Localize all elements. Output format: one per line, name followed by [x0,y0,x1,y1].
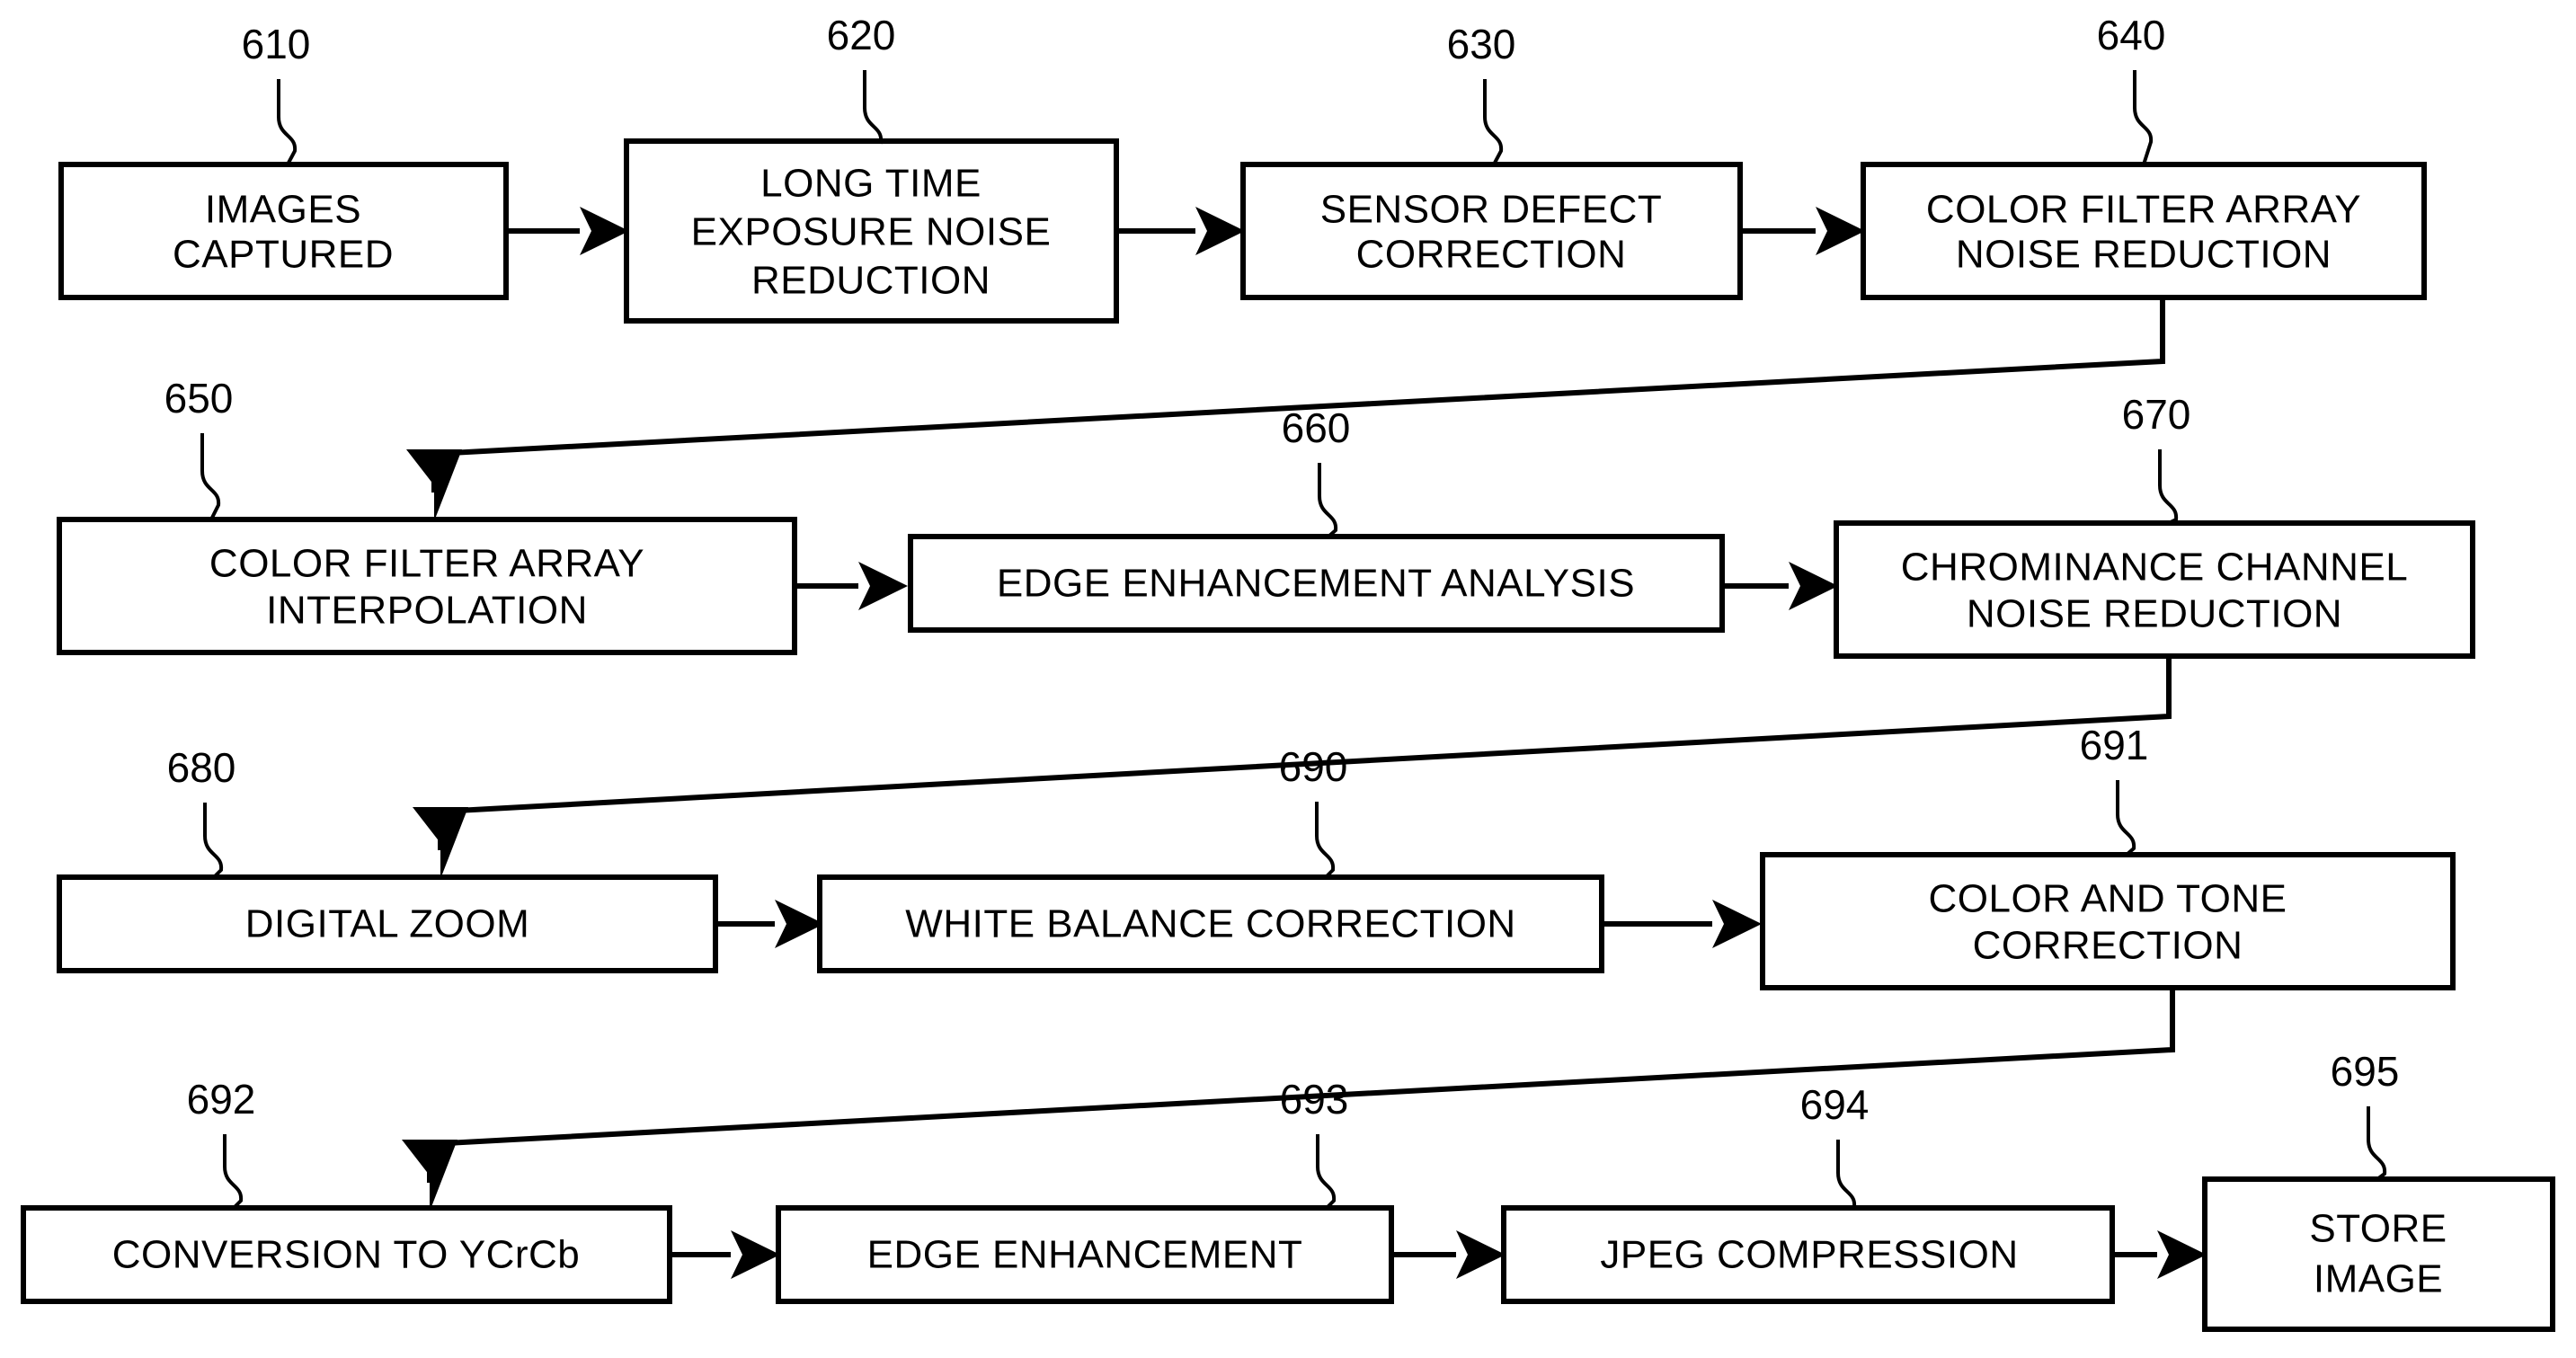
ref-number-670: 670 [2122,391,2191,438]
leader-line-630 [1483,79,1504,165]
edge-693-694 [1391,1230,1506,1279]
node-691-label-line1: COLOR AND TONE [1928,877,2287,921]
leader-line-691 [2116,780,2136,857]
leader-line-692 [223,1134,244,1210]
ref-number-690: 690 [1279,743,1348,790]
ref-number-650: 650 [164,375,234,422]
ref-number-680: 680 [167,744,236,791]
ref-number-620: 620 [827,12,896,58]
leader-line-695 [2367,1106,2387,1181]
ref-number-660: 660 [1282,404,1351,451]
leader-line-680 [203,803,224,879]
ref-number-695: 695 [2331,1048,2400,1095]
leader-line-660 [1318,463,1338,538]
node-620-label-line2: EXPOSURE NOISE [691,210,1052,254]
node-650-box[interactable] [57,517,797,655]
node-620-label-line1: LONG TIME [760,162,982,206]
node-660[interactable]: EDGE ENHANCEMENT ANALYSIS [908,534,1725,633]
node-690-label-line1: WHITE BALANCE CORRECTION [905,902,1515,946]
edge-650-660 [795,562,908,610]
edge-690-691 [1602,900,1762,948]
leader-line-610 [277,79,298,165]
leader-line-693 [1316,1134,1337,1210]
node-691-label-line2: CORRECTION [1973,924,2243,968]
node-680[interactable]: DIGITAL ZOOM [57,874,718,973]
node-670[interactable]: CHROMINANCE CHANNEL NOISE REDUCTION [1834,520,2475,659]
node-691[interactable]: COLOR AND TONE CORRECTION [1760,852,2456,990]
ref-number-640: 640 [2097,12,2166,58]
edge-620-630 [1116,207,1245,255]
ref-number-610: 610 [242,21,311,67]
ref-number-693: 693 [1280,1076,1349,1123]
leader-line-620 [863,70,884,145]
node-650-label-line2: INTERPOLATION [266,589,588,633]
leader-line-694 [1836,1140,1857,1210]
node-640-label-line1: COLOR FILTER ARRAY [1926,188,2361,232]
node-691-box[interactable] [1760,852,2456,990]
edge-610-620 [506,207,629,255]
node-670-box[interactable] [1834,520,2475,659]
ref-number-630: 630 [1447,21,1516,67]
ref-number-691: 691 [2080,722,2149,768]
node-620-label-line3: REDUCTION [751,259,990,303]
edge-680-690 [715,900,824,948]
node-610-label-line1: IMAGES [205,188,361,232]
node-695-label-line1: STORE [2309,1207,2447,1251]
leader-line-640 [2133,70,2154,165]
leader-line-670 [2158,449,2179,525]
edge-660-670 [1722,562,1838,610]
flowchart-canvas: IMAGES CAPTURED 610 LONG TIME EXPOSURE N… [0,0,2576,1358]
node-693[interactable]: EDGE ENHANCEMENT [776,1205,1394,1304]
node-695[interactable]: STORE IMAGE [2202,1176,2555,1332]
edge-630-640 [1740,207,1865,255]
node-650-label-line1: COLOR FILTER ARRAY [209,542,644,586]
node-640[interactable]: COLOR FILTER ARRAY NOISE REDUCTION [1861,162,2427,300]
node-695-box[interactable] [2202,1176,2555,1332]
node-640-label-line2: NOISE REDUCTION [1956,233,2332,277]
node-630-label-line2: CORRECTION [1356,233,1627,277]
node-630[interactable]: SENSOR DEFECT CORRECTION [1240,162,1743,300]
node-610-label-line2: CAPTURED [173,233,394,277]
node-694-label-line1: JPEG COMPRESSION [1600,1233,2018,1277]
edge-692-693 [670,1230,780,1279]
node-694[interactable]: JPEG COMPRESSION [1501,1205,2115,1304]
node-660-label-line1: EDGE ENHANCEMENT ANALYSIS [997,562,1635,606]
node-692[interactable]: CONVERSION TO YCrCb [21,1205,672,1304]
node-690[interactable]: WHITE BALANCE CORRECTION [817,874,1604,973]
ref-number-692: 692 [187,1076,256,1123]
node-620[interactable]: LONG TIME EXPOSURE NOISE REDUCTION [624,138,1119,324]
leader-line-650 [200,433,221,520]
node-670-label-line2: NOISE REDUCTION [1967,592,2342,636]
node-692-label-line1: CONVERSION TO YCrCb [112,1233,581,1277]
edge-694-695 [2112,1230,2207,1279]
node-680-label-line1: DIGITAL ZOOM [245,902,529,946]
ref-number-694: 694 [1800,1081,1870,1128]
node-630-label-line1: SENSOR DEFECT [1320,188,1663,232]
node-610[interactable]: IMAGES CAPTURED [58,162,509,300]
node-670-label-line1: CHROMINANCE CHANNEL [1901,546,2408,590]
image-processing-pipeline-diagram: IMAGES CAPTURED 610 LONG TIME EXPOSURE N… [21,12,2555,1332]
node-693-label-line1: EDGE ENHANCEMENT [867,1233,1303,1277]
leader-line-690 [1315,802,1336,879]
node-650[interactable]: COLOR FILTER ARRAY INTERPOLATION [57,517,797,655]
node-695-label-line2: IMAGE [2314,1257,2443,1301]
